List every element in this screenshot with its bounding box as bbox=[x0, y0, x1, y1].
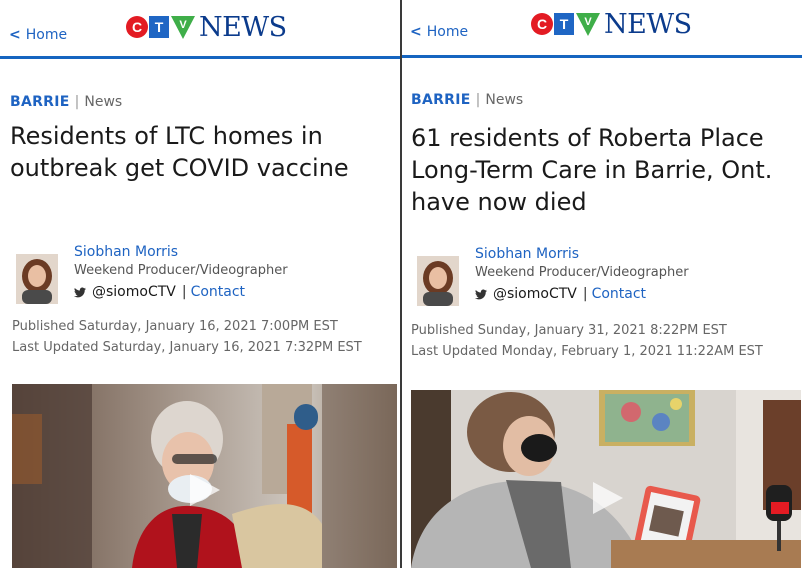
twitter-icon bbox=[475, 288, 487, 304]
contact-link[interactable]: Contact bbox=[592, 286, 646, 302]
article-screenshot-left: < Home C T V NEWS BARRIE | News Residents o… bbox=[0, 0, 400, 568]
section-name[interactable]: BARRIE bbox=[411, 92, 471, 108]
home-label: Home bbox=[426, 24, 469, 40]
ctv-logo: C T V bbox=[126, 16, 195, 39]
section-label: BARRIE | News bbox=[10, 94, 122, 110]
video-player[interactable] bbox=[12, 384, 397, 568]
logo-text: NEWS bbox=[604, 8, 692, 40]
author-block: Siobhan Morris Weekend Producer/Videogra… bbox=[417, 246, 797, 316]
divider: | bbox=[582, 286, 588, 302]
chevron-left-icon: < bbox=[410, 24, 422, 40]
play-icon[interactable] bbox=[188, 472, 222, 508]
chevron-left-icon: < bbox=[9, 27, 21, 43]
header-bar: < Home C T V NEWS bbox=[402, 0, 802, 58]
article-screenshot-right: < Home C T V NEWS BARRIE | News 61 resident… bbox=[402, 0, 802, 568]
svg-text:V: V bbox=[584, 16, 592, 28]
play-icon[interactable] bbox=[591, 480, 625, 516]
author-name[interactable]: Siobhan Morris bbox=[74, 244, 178, 260]
divider: | bbox=[475, 92, 481, 108]
divider: | bbox=[74, 94, 80, 110]
author-role: Weekend Producer/Videographer bbox=[475, 265, 689, 280]
avatar bbox=[16, 254, 58, 304]
updated-date: Last Updated Monday, February 1, 2021 11… bbox=[411, 344, 763, 359]
author-handle[interactable]: @siomoCTV bbox=[493, 286, 577, 302]
twitter-icon bbox=[74, 286, 86, 302]
published-date: Published Saturday, January 16, 2021 7:0… bbox=[12, 319, 338, 334]
svg-text:C: C bbox=[537, 16, 547, 32]
svg-text:V: V bbox=[179, 19, 187, 31]
home-label: Home bbox=[25, 27, 68, 43]
avatar bbox=[417, 256, 459, 306]
home-link[interactable]: < Home bbox=[410, 24, 468, 40]
video-player[interactable] bbox=[411, 390, 801, 568]
svg-text:T: T bbox=[155, 19, 164, 35]
headline: Residents of LTC homes in outbreak get C… bbox=[10, 122, 349, 182]
section-label: BARRIE | News bbox=[411, 92, 523, 108]
section-sub: News bbox=[485, 92, 524, 108]
headline: 61 residents of Roberta Place Long-Term … bbox=[411, 124, 773, 216]
home-link[interactable]: < Home bbox=[9, 27, 67, 43]
author-name[interactable]: Siobhan Morris bbox=[475, 246, 579, 262]
updated-date: Last Updated Saturday, January 16, 2021 … bbox=[12, 340, 362, 355]
video-thumbnail bbox=[411, 390, 801, 568]
author-social: @siomoCTV | Contact bbox=[74, 284, 245, 302]
dates: Published Saturday, January 16, 2021 7:0… bbox=[12, 316, 362, 358]
ctv-news-logo[interactable]: C T V NEWS bbox=[530, 8, 692, 40]
svg-text:C: C bbox=[132, 19, 142, 35]
author-role: Weekend Producer/Videographer bbox=[74, 263, 288, 278]
logo-text: NEWS bbox=[199, 11, 287, 43]
ctv-news-logo[interactable]: C T V NEWS bbox=[125, 11, 287, 43]
svg-text:T: T bbox=[560, 16, 569, 32]
divider: | bbox=[181, 284, 187, 300]
header-bar: < Home C T V NEWS bbox=[0, 0, 400, 59]
author-block: Siobhan Morris Weekend Producer/Videogra… bbox=[16, 244, 396, 314]
dates: Published Sunday, January 31, 2021 8:22P… bbox=[411, 320, 763, 362]
author-handle[interactable]: @siomoCTV bbox=[92, 284, 176, 300]
author-social: @siomoCTV | Contact bbox=[475, 286, 646, 304]
section-sub: News bbox=[84, 94, 123, 110]
ctv-logo: C T V bbox=[531, 13, 600, 36]
contact-link[interactable]: Contact bbox=[191, 284, 245, 300]
section-name[interactable]: BARRIE bbox=[10, 94, 70, 110]
published-date: Published Sunday, January 31, 2021 8:22P… bbox=[411, 323, 727, 338]
